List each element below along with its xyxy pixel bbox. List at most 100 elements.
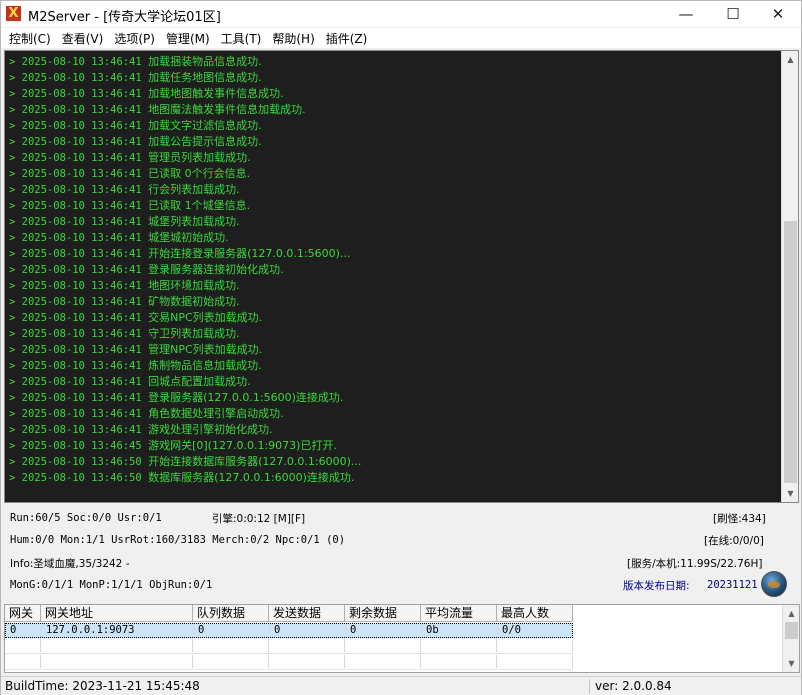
build-time: BuildTime: 2023-11-21 15:45:48 <box>5 679 200 693</box>
empty-row <box>5 655 573 670</box>
main-window: X M2Server - [传奇大学论坛01区] — ☐ ✕ 控制(C) 查看(… <box>0 0 802 695</box>
log-line: > 2025-08-10 13:46:41 炼制物品信息加载成功. <box>9 358 779 374</box>
col-max-users[interactable]: 最高人数 <box>497 605 573 622</box>
log-timestamp: > 2025-08-10 13:46:41 <box>9 360 142 372</box>
empty-cell <box>497 655 573 668</box>
cell-gateway-address: 127.0.0.1:9073 <box>42 624 194 637</box>
menu-help[interactable]: 帮助(H) <box>267 30 319 47</box>
log-line: > 2025-08-10 13:46:45 游戏网关[0](127.0.0.1:… <box>9 438 779 454</box>
log-line: > 2025-08-10 13:46:50 开始连接数据库服务器(127.0.0… <box>9 454 779 470</box>
log-message: 行会列表加载成功. <box>148 183 240 196</box>
log-message: 数据库服务器(127.0.0.1:6000)连接成功. <box>148 471 355 484</box>
log-message: 地图环境加载成功. <box>148 279 240 292</box>
log-lines: > 2025-08-10 13:46:41 加载捆装物品信息成功. > 2025-… <box>9 54 779 486</box>
log-line: > 2025-08-10 13:46:41 矿物数据初始成功. <box>9 294 779 310</box>
col-avg-traffic[interactable]: 平均流量 <box>421 605 497 622</box>
log-line: > 2025-08-10 13:46:41 城堡城初始成功. <box>9 230 779 246</box>
cell-remaining-data: 0 <box>346 624 422 637</box>
log-message: 加载文字过滤信息成功. <box>148 119 262 132</box>
log-timestamp: > 2025-08-10 13:46:41 <box>9 136 142 148</box>
stat-refresh-monsters: [刷怪:434] <box>713 513 766 525</box>
log-console[interactable]: > 2025-08-10 13:46:41 加载捆装物品信息成功. > 2025-… <box>4 50 799 503</box>
log-message: 已读取 0个行会信息. <box>148 167 251 180</box>
menu-plugins[interactable]: 插件(Z) <box>321 30 373 47</box>
col-send-data[interactable]: 发送数据 <box>269 605 345 622</box>
log-line: > 2025-08-10 13:46:41 游戏处理引擎初始化成功. <box>9 422 779 438</box>
log-message: 管理NPC列表加载成功. <box>148 343 263 356</box>
col-gateway[interactable]: 网关 <box>5 605 41 622</box>
menu-control[interactable]: 控制(C) <box>4 30 56 47</box>
log-line: > 2025-08-10 13:46:41 开始连接登录服务器(127.0.0.… <box>9 246 779 262</box>
log-message: 角色数据处理引擎启动成功. <box>148 407 284 420</box>
stat-engine: 引擎:0:0:12 [M][F] <box>212 513 306 525</box>
log-timestamp: > 2025-08-10 13:46:41 <box>9 296 142 308</box>
log-timestamp: > 2025-08-10 13:46:41 <box>9 216 142 228</box>
log-line: > 2025-08-10 13:46:41 加载捆装物品信息成功. <box>9 54 779 70</box>
menu-tools[interactable]: 工具(T) <box>216 30 267 47</box>
cell-gateway: 0 <box>6 624 42 637</box>
menu-options[interactable]: 选项(P) <box>109 30 160 47</box>
title-bar[interactable]: X M2Server - [传奇大学论坛01区] — ☐ ✕ <box>1 1 801 27</box>
table-scrollbar[interactable]: ▲ ▼ <box>782 605 799 672</box>
log-message: 登录服务器(127.0.0.1:5600)连接成功. <box>148 391 344 404</box>
log-message: 城堡列表加载成功. <box>148 215 240 228</box>
release-date-value: 20231121 <box>707 579 758 591</box>
table-scroll-up-arrow-icon[interactable]: ▲ <box>783 605 799 622</box>
log-message: 回城点配置加载成功. <box>148 375 251 388</box>
log-timestamp: > 2025-08-10 13:46:41 <box>9 184 142 196</box>
log-line: > 2025-08-10 13:46:41 城堡列表加载成功. <box>9 214 779 230</box>
log-line: > 2025-08-10 13:46:41 加载任务地图信息成功. <box>9 70 779 86</box>
log-timestamp: > 2025-08-10 13:46:50 <box>9 456 142 468</box>
maximize-button[interactable]: ☐ <box>710 1 756 27</box>
minimize-button[interactable]: — <box>663 1 709 27</box>
empty-cell <box>269 639 345 652</box>
table-scroll-down-arrow-icon[interactable]: ▼ <box>783 655 799 672</box>
stat-run: Run:60/5 Soc:0/0 Usr:0/1 <box>10 512 162 524</box>
log-scrollbar[interactable]: ▲ ▼ <box>781 51 798 502</box>
log-timestamp: > 2025-08-10 13:46:50 <box>9 472 142 484</box>
log-message: 地图魔法触发事件信息加载成功. <box>148 103 306 116</box>
version: ver: 2.0.0.84 <box>595 679 672 693</box>
log-timestamp: > 2025-08-10 13:46:41 <box>9 264 142 276</box>
stat-mong: MonG:0/1/1 MonP:1/1/1 ObjRun:0/1 <box>10 579 213 591</box>
status-divider <box>589 679 590 694</box>
log-timestamp: > 2025-08-10 13:46:41 <box>9 56 142 68</box>
log-line: > 2025-08-10 13:46:41 行会列表加载成功. <box>9 182 779 198</box>
log-message: 矿物数据初始成功. <box>148 295 240 308</box>
scroll-up-arrow-icon[interactable]: ▲ <box>782 51 798 68</box>
menu-view[interactable]: 查看(V) <box>57 30 109 47</box>
log-timestamp: > 2025-08-10 13:46:41 <box>9 152 142 164</box>
log-line: > 2025-08-10 13:46:41 角色数据处理引擎启动成功. <box>9 406 779 422</box>
log-timestamp: > 2025-08-10 13:46:41 <box>9 376 142 388</box>
menu-manage[interactable]: 管理(M) <box>161 30 215 47</box>
log-message: 开始连接数据库服务器(127.0.0.1:6000)... <box>148 455 362 468</box>
log-line: > 2025-08-10 13:46:41 已读取 0个行会信息. <box>9 166 779 182</box>
gateway-table[interactable]: 网关 网关地址 队列数据 发送数据 剩余数据 平均流量 最高人数 0 127.0… <box>4 604 800 673</box>
col-queue-data[interactable]: 队列数据 <box>193 605 269 622</box>
log-timestamp: > 2025-08-10 13:46:41 <box>9 312 142 324</box>
col-gateway-address[interactable]: 网关地址 <box>41 605 193 622</box>
col-remaining-data[interactable]: 剩余数据 <box>345 605 421 622</box>
empty-cell <box>5 655 41 668</box>
empty-row <box>5 639 573 654</box>
log-timestamp: > 2025-08-10 13:46:41 <box>9 72 142 84</box>
log-message: 加载公告提示信息成功. <box>148 135 262 148</box>
empty-cell <box>345 639 421 652</box>
cell-queue-data: 0 <box>194 624 270 637</box>
log-timestamp: > 2025-08-10 13:46:41 <box>9 280 142 292</box>
scroll-down-arrow-icon[interactable]: ▼ <box>782 485 798 502</box>
window-title: M2Server - [传奇大学论坛01区] <box>28 10 221 25</box>
log-timestamp: > 2025-08-10 13:46:41 <box>9 424 142 436</box>
empty-cell <box>421 655 497 668</box>
empty-cell <box>193 639 269 652</box>
log-line: > 2025-08-10 13:46:50 数据库服务器(127.0.0.1:6… <box>9 470 779 486</box>
table-scrollbar-thumb[interactable] <box>785 622 798 639</box>
log-line: > 2025-08-10 13:46:41 回城点配置加载成功. <box>9 374 779 390</box>
log-message: 炼制物品信息加载成功. <box>148 359 262 372</box>
log-scrollbar-thumb[interactable] <box>784 221 797 483</box>
close-button[interactable]: ✕ <box>755 1 801 27</box>
app-logo-icon[interactable]: X <box>6 6 21 21</box>
empty-cell <box>5 639 41 652</box>
table-row[interactable]: 0 127.0.0.1:9073 0 0 0 0b 0/0 <box>5 623 573 638</box>
cell-send-data: 0 <box>270 624 346 637</box>
